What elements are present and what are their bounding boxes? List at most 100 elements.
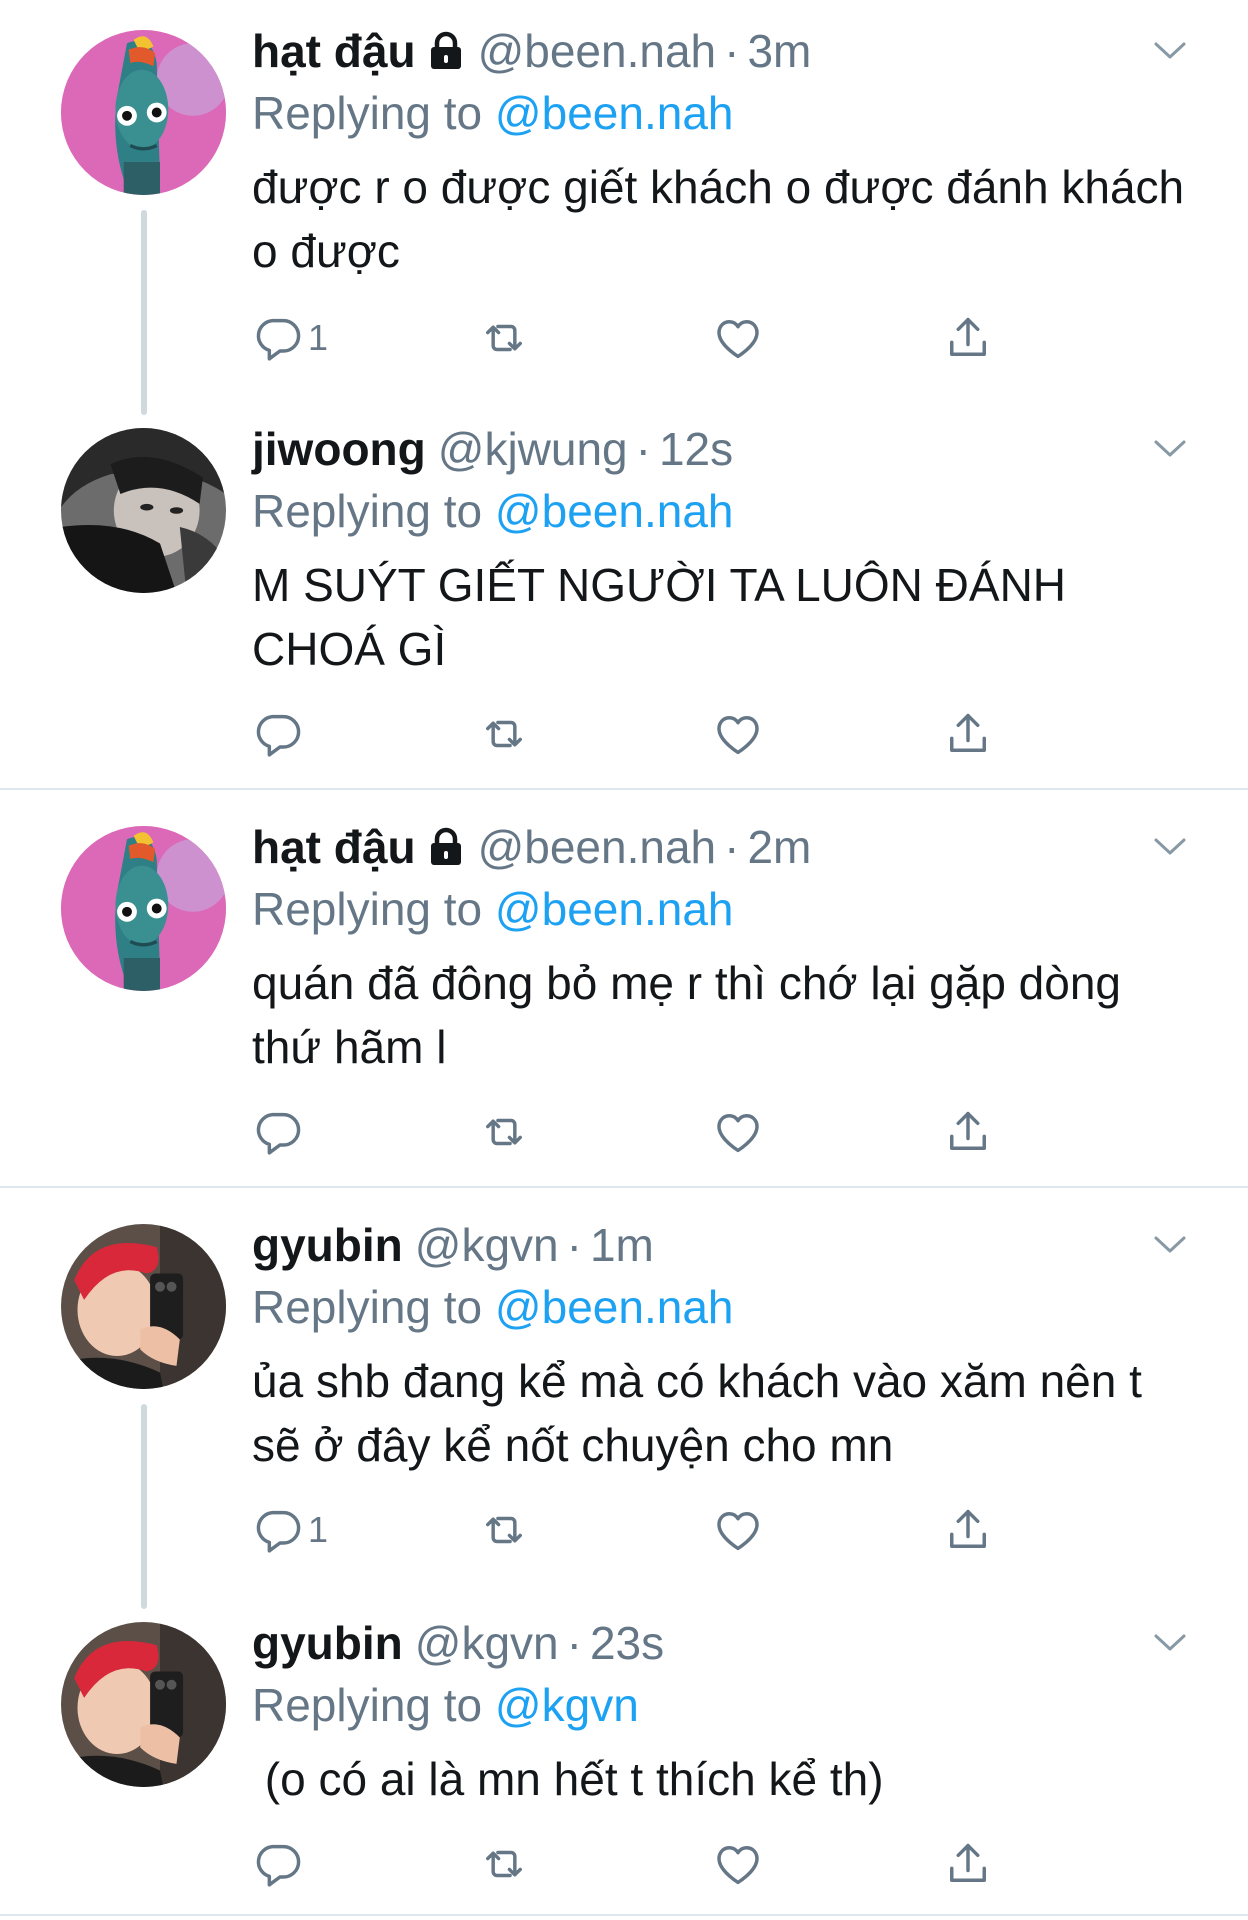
retweet-button[interactable] [478, 1102, 530, 1162]
like-button[interactable] [712, 704, 764, 764]
user-handle[interactable]: @been.nah [478, 22, 717, 80]
tweet[interactable]: hạt đậu @been.nah · 3m Replying to @been… [0, 0, 1248, 400]
tweet-text: ủa shb đang kể mà có khách vào xăm nên t… [252, 1355, 1142, 1471]
lock-icon [428, 827, 464, 867]
tweet-actions [252, 704, 1012, 764]
tweet[interactable]: hạt đậu @been.nah · 2m Replying to @been… [0, 796, 1248, 1186]
replying-to: Replying to @been.nah [252, 1278, 733, 1336]
lock-icon [428, 31, 464, 71]
retweet-button[interactable] [478, 308, 530, 368]
user-handle[interactable]: @kgvn [415, 1614, 559, 1672]
user-handle[interactable]: @been.nah [478, 818, 717, 876]
chevron-down-icon[interactable] [1150, 1630, 1190, 1656]
reply-button[interactable]: 1 [252, 1500, 328, 1560]
divider [0, 1914, 1248, 1916]
display-name[interactable]: gyubin [252, 1614, 403, 1672]
tweet-actions [252, 1834, 1012, 1894]
retweet-button[interactable] [478, 1834, 530, 1894]
replying-to-link[interactable]: @been.nah [495, 1281, 734, 1333]
replying-to: Replying to @kgvn [252, 1676, 639, 1734]
separator-dot: · [724, 25, 740, 77]
tweet-text: M SUÝT GIẾT NGƯỜI TA LUÔN ĐÁNH CHOÁ GÌ [252, 559, 1067, 675]
reply-button[interactable] [252, 1834, 308, 1894]
like-icon [712, 1504, 764, 1556]
replying-to: Replying to @been.nah [252, 84, 733, 142]
tweet[interactable]: jiwoong @kjwung · 12s Replying to @been.… [0, 398, 1248, 788]
retweet-icon [478, 1106, 530, 1158]
replying-label: Replying to [252, 883, 483, 935]
retweet-icon [478, 708, 530, 760]
avatar[interactable] [61, 1622, 226, 1787]
tweet-actions [252, 1102, 1012, 1162]
like-icon [712, 708, 764, 760]
replying-to-link[interactable]: @been.nah [495, 485, 734, 537]
chevron-down-icon[interactable] [1150, 1232, 1190, 1258]
separator-dot: · [635, 423, 651, 475]
divider [0, 788, 1248, 790]
reply-button[interactable]: 1 [252, 308, 328, 368]
share-button[interactable] [942, 308, 994, 368]
reply-button[interactable] [252, 1102, 308, 1162]
retweet-button[interactable] [478, 1500, 530, 1560]
retweet-button[interactable] [478, 704, 530, 764]
share-icon [942, 1838, 994, 1890]
share-icon [942, 1106, 994, 1158]
replying-to-link[interactable]: @been.nah [495, 87, 734, 139]
replying-label: Replying to [252, 87, 483, 139]
tweet-header: gyubin @kgvn · 1m [252, 1216, 654, 1274]
like-button[interactable] [712, 1834, 764, 1894]
tweet-header: hạt đậu @been.nah · 2m [252, 818, 811, 876]
avatar[interactable] [61, 30, 226, 195]
reply-count: 1 [308, 1509, 329, 1550]
reply-icon [252, 312, 304, 364]
reply-icon [252, 1504, 304, 1556]
reply-button[interactable] [252, 704, 308, 764]
chevron-down-icon[interactable] [1150, 436, 1190, 462]
timestamp[interactable]: 3m [747, 22, 811, 80]
share-button[interactable] [942, 1102, 994, 1162]
like-button[interactable] [712, 308, 764, 368]
separator-dot: · [724, 821, 740, 873]
separator-dot: · [566, 1617, 582, 1669]
tweet[interactable]: gyubin @kgvn · 1m Replying to @been.nah … [0, 1194, 1248, 1594]
tweet-actions: 1 [252, 308, 1012, 368]
user-handle[interactable]: @kgvn [415, 1216, 559, 1274]
replying-to: Replying to @been.nah [252, 482, 733, 540]
tweet-header: jiwoong @kjwung · 12s [252, 420, 733, 478]
tweet-actions: 1 [252, 1500, 1012, 1560]
avatar[interactable] [61, 826, 226, 991]
chevron-down-icon[interactable] [1150, 834, 1190, 860]
reply-icon [252, 1838, 304, 1890]
share-button[interactable] [942, 1500, 994, 1560]
replying-to: Replying to @been.nah [252, 880, 733, 938]
timestamp[interactable]: 23s [590, 1614, 664, 1672]
avatar[interactable] [61, 1224, 226, 1389]
share-button[interactable] [942, 1834, 994, 1894]
tweet-text: (o có ai là mn hết t thích kể th) [252, 1753, 884, 1805]
replying-label: Replying to [252, 485, 483, 537]
tweet-text: quán đã đông bỏ mẹ r thì chớ lại gặp dòn… [252, 957, 1122, 1073]
display-name[interactable]: gyubin [252, 1216, 403, 1274]
timestamp[interactable]: 2m [747, 818, 811, 876]
reply-icon [252, 708, 304, 760]
like-button[interactable] [712, 1500, 764, 1560]
timestamp[interactable]: 12s [659, 420, 733, 478]
like-icon [712, 1838, 764, 1890]
display-name[interactable]: hạt đậu [252, 818, 416, 876]
retweet-icon [478, 1504, 530, 1556]
replying-to-link[interactable]: @kgvn [495, 1679, 639, 1731]
divider [0, 1186, 1248, 1188]
replying-label: Replying to [252, 1281, 483, 1333]
display-name[interactable]: jiwoong [252, 420, 426, 478]
display-name[interactable]: hạt đậu [252, 22, 416, 80]
share-icon [942, 1504, 994, 1556]
chevron-down-icon[interactable] [1150, 38, 1190, 64]
replying-to-link[interactable]: @been.nah [495, 883, 734, 935]
user-handle[interactable]: @kjwung [438, 420, 628, 478]
tweet[interactable]: gyubin @kgvn · 23s Replying to @kgvn (o … [0, 1592, 1248, 1912]
like-button[interactable] [712, 1102, 764, 1162]
reply-icon [252, 1106, 304, 1158]
timestamp[interactable]: 1m [590, 1216, 654, 1274]
share-button[interactable] [942, 704, 994, 764]
avatar[interactable] [61, 428, 226, 593]
